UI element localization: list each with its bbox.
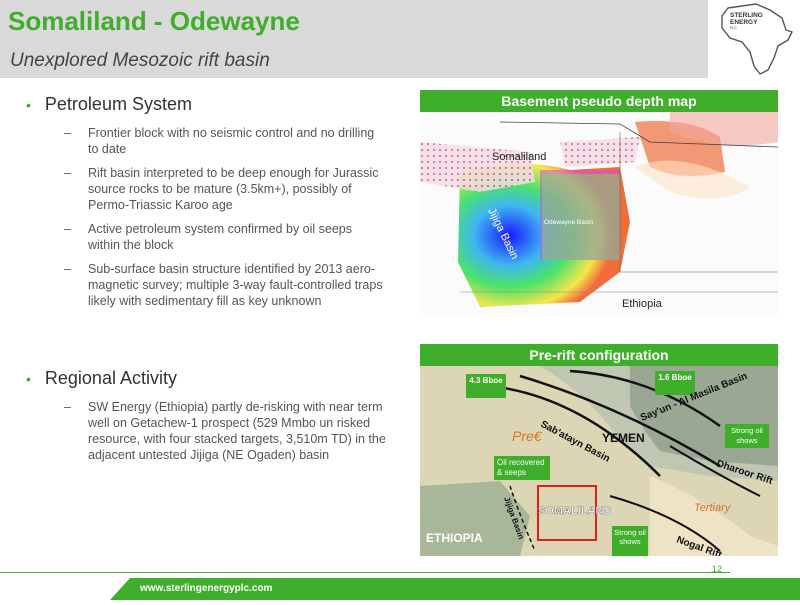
logo-line-3: PLC: [730, 26, 737, 30]
footer-left-panel: [0, 575, 130, 600]
callout-strong-oil-bottom: Strong oil shows: [612, 526, 648, 556]
slide-title: Somaliland - Odewayne: [8, 6, 300, 36]
logo-line-1: STERLING: [730, 12, 763, 19]
logo-line-2: ENERGY: [730, 19, 758, 26]
pre-rift-map: 4.3 Bboe 1.6 Bboe Oil recovered & seeps …: [420, 366, 778, 556]
section-title: Regional Activity: [44, 368, 177, 388]
list-item: – Frontier block with no seismic control …: [64, 126, 375, 156]
list-item: – Rift basin interpreted to be deep enoug…: [64, 166, 379, 212]
map-title: Pre-rift configuration: [420, 344, 778, 366]
map-label-odewayne: Odewayne Basin: [544, 219, 594, 226]
callout-1-6-bboe: 1.6 Bboe: [655, 371, 695, 395]
section-title: Petroleum System: [44, 94, 192, 114]
bullet-icon: •: [26, 370, 31, 387]
map-label-prec: Pre€: [512, 428, 543, 444]
basement-depth-map-panel: Basement pseudo depth map Somaliland Jij…: [420, 90, 778, 314]
callout-strong-oil-right: Strong oil shows: [725, 424, 769, 448]
africa-logo-icon: STERLING ENERGY PLC: [721, 3, 793, 75]
map-label-tertiary: Tertiary: [694, 502, 732, 514]
page-number: 12: [712, 564, 723, 574]
callout-oil-recovered: Oil recovered & seeps: [494, 456, 550, 480]
slide-subtitle: Unexplored Mesozoic rift basin: [10, 50, 270, 71]
petroleum-system-section: • Petroleum System – Frontier block with n…: [26, 94, 386, 317]
pre-rift-map-panel: Pre-rift configuration 4.3 Bboe 1.6 Bboe…: [420, 344, 778, 556]
company-logo: STERLING ENERGY PLC: [708, 0, 800, 78]
map-title: Basement pseudo depth map: [420, 90, 778, 112]
map-label-somaliland: SOMALILAND: [538, 505, 611, 517]
map-label-yemen: YEMEN: [602, 431, 645, 445]
map-label-ethiopia: Ethiopia: [622, 298, 663, 310]
list-item: – SW Energy (Ethiopia) partly de-risking …: [64, 400, 386, 462]
callout-4-3-bboe: 4.3 Bboe: [466, 374, 506, 398]
bullet-icon: •: [26, 96, 31, 113]
list-item: – Active petroleum system confirmed by oi…: [64, 222, 352, 252]
map-label-somaliland: Somaliland: [492, 151, 546, 163]
basement-depth-map: Somaliland Jijiga Basin Odewayne Basin E…: [420, 112, 778, 314]
footer-divider: [0, 572, 730, 573]
regional-activity-section: • Regional Activity – SW Energy (Ethiopia)…: [26, 368, 386, 471]
list-item: – Sub-surface basin structure identified …: [64, 262, 383, 308]
map-label-ethiopia: ETHIOPIA: [426, 531, 483, 545]
footer-url-link[interactable]: www.sterlingenergyplc.com: [140, 583, 272, 594]
